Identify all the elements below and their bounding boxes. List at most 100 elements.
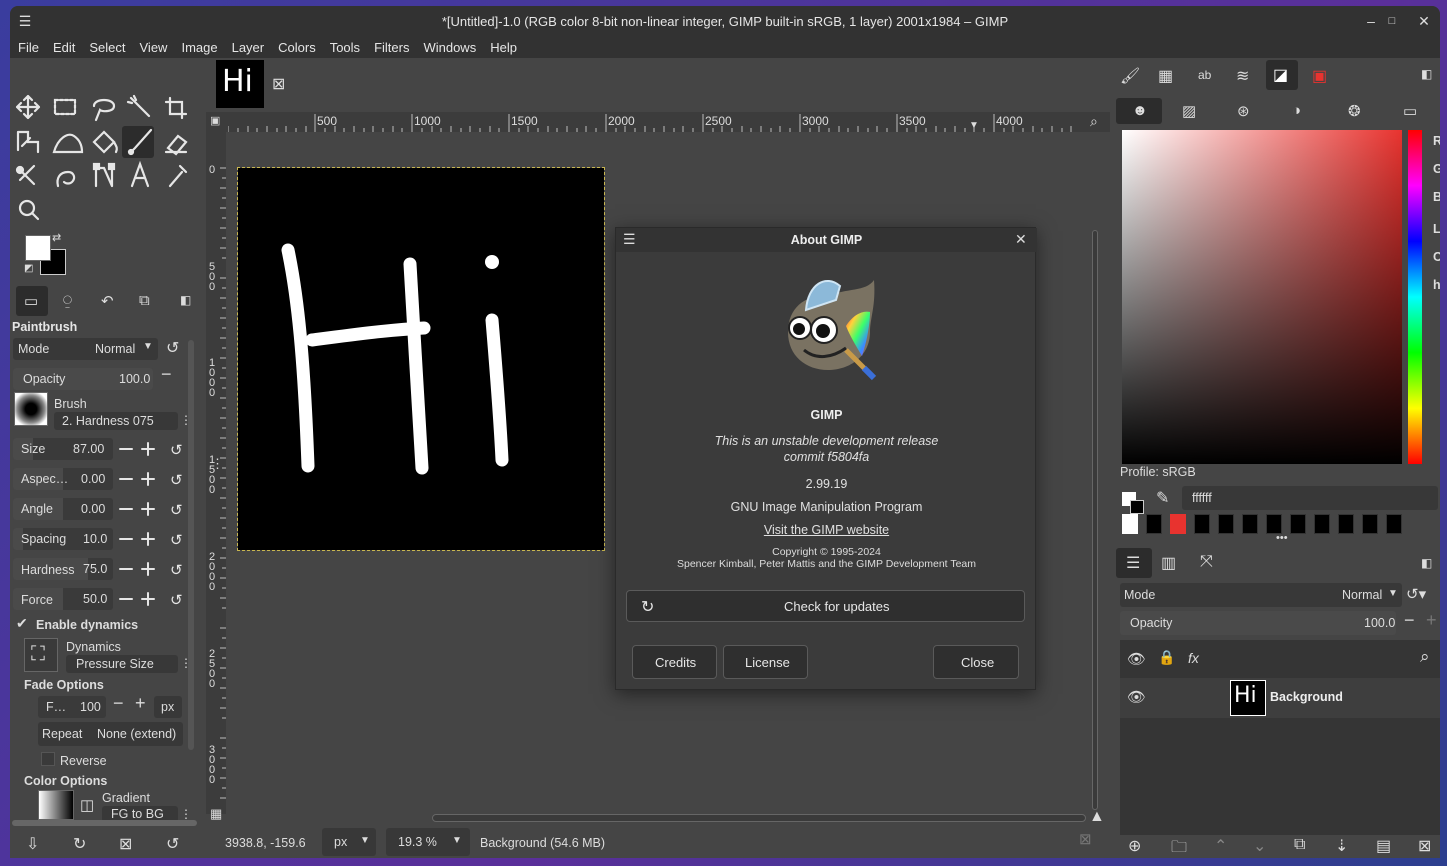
images-tab-icon[interactable]: ⧉ — [139, 292, 150, 309]
restore-tool-preset-icon[interactable]: ↻ — [73, 834, 86, 854]
layer-visibility-icon[interactable]: 👁 — [1127, 688, 1146, 706]
rect-select-icon[interactable] — [53, 98, 77, 116]
layer-search-icon[interactable]: ⌕ — [1420, 647, 1430, 667]
layer-mode-switch-icon[interactable]: ↺▾ — [1406, 585, 1426, 603]
color-history-1[interactable] — [1146, 514, 1162, 534]
close-window-icon[interactable]: ✕ — [1415, 12, 1433, 30]
gradient-preview[interactable] — [38, 790, 74, 820]
channel-r[interactable]: R — [1433, 134, 1440, 148]
angle-slider[interactable]: Angle 0.00 — [13, 498, 113, 520]
layer-opacity-slider[interactable]: Opacity 100.0 — [1120, 611, 1396, 635]
spacing-increase-icon[interactable] — [141, 532, 155, 546]
zoom-select[interactable]: 19.3 % ▼ — [386, 828, 470, 856]
delete-tool-preset-icon[interactable]: ⊠ — [119, 834, 132, 854]
new-layer-group-icon[interactable]: 🗀 — [1171, 836, 1187, 858]
channel-c[interactable]: C — [1433, 250, 1440, 264]
paths-tab-icon[interactable]: ⤧ — [1200, 553, 1213, 571]
menu-file[interactable]: File — [18, 40, 39, 55]
quick-mask-toggle-icon[interactable]: ▣ — [210, 114, 220, 127]
menu-tools[interactable]: Tools — [330, 40, 360, 55]
canvas-vscrollbar[interactable] — [1092, 230, 1098, 810]
canvas-hscrollbar[interactable] — [432, 814, 1086, 822]
license-button[interactable]: License — [723, 645, 808, 679]
reset-aspect-icon[interactable]: ↺ — [170, 471, 183, 489]
color-history-5[interactable] — [1242, 514, 1258, 534]
close-image-tab-icon[interactable]: ⊠ — [272, 74, 285, 94]
color-history-9[interactable] — [1338, 514, 1354, 534]
reset-force-icon[interactable]: ↺ — [170, 591, 183, 609]
navigate-image-icon[interactable]: ▦ — [210, 806, 222, 822]
dock-menu-icon[interactable]: ◧ — [180, 293, 191, 307]
text-tool-icon[interactable] — [130, 160, 150, 188]
mode-select[interactable]: Mode Normal ▼ — [13, 338, 158, 360]
image-canvas[interactable] — [237, 167, 605, 551]
scales-selector-icon[interactable]: ▭ — [1403, 102, 1417, 120]
color-history-8[interactable] — [1314, 514, 1330, 534]
free-select-icon[interactable] — [92, 98, 116, 122]
hex-input[interactable]: ffffff — [1182, 486, 1438, 510]
tab-fg-bg-color[interactable]: ◪ — [1266, 60, 1298, 90]
menu-image[interactable]: Image — [181, 40, 217, 55]
hardness-increase-icon[interactable] — [141, 562, 155, 576]
save-tool-preset-icon[interactable]: ⇩ — [26, 834, 39, 854]
unit-select[interactable]: px ▼ — [322, 828, 376, 856]
fade-length-slider[interactable]: F… 100 — [38, 696, 106, 718]
reset-size-icon[interactable]: ↺ — [170, 441, 183, 459]
eyedropper-icon[interactable]: ✎ — [1156, 488, 1169, 508]
fade-increase-icon[interactable]: + — [135, 693, 146, 714]
raise-layer-icon[interactable]: ⌃ — [1214, 836, 1227, 856]
channels-tab-icon[interactable]: ▥ — [1161, 553, 1176, 573]
brush-name-field[interactable]: 2. Hardness 075 — [54, 412, 178, 430]
merge-layer-icon[interactable]: ⇣ — [1335, 836, 1348, 856]
triangle-selector-icon[interactable]: ⊛ — [1237, 102, 1250, 120]
force-slider[interactable]: Force 50.0 — [13, 588, 113, 610]
opacity-decrease-icon[interactable]: − — [161, 364, 172, 385]
left-dock-handle[interactable]: ⋮ — [211, 456, 224, 472]
zoom-navigation-icon[interactable]: ⌕ — [1090, 113, 1098, 130]
reset-hardness-icon[interactable]: ↺ — [170, 561, 183, 579]
color-sv-plane[interactable] — [1122, 130, 1402, 464]
layers-dock-menu-icon[interactable]: ◧ — [1421, 556, 1432, 570]
menu-select[interactable]: Select — [89, 40, 125, 55]
fuzzy-select-icon[interactable] — [126, 94, 151, 118]
reset-spacing-icon[interactable]: ↺ — [170, 531, 183, 549]
unified-transform-icon[interactable] — [16, 130, 40, 154]
brushes-tab-icon[interactable]: 🖌 — [1120, 66, 1140, 86]
image-tab-thumbnail[interactable]: Hi — [216, 60, 264, 108]
size-increase-icon[interactable] — [141, 442, 155, 456]
move-tool-icon[interactable] — [15, 94, 41, 120]
dynamics-preview[interactable]: ⛶ — [24, 638, 58, 672]
about-website-link[interactable]: Visit the GIMP website — [616, 523, 1037, 537]
layer-row-background[interactable]: 👁 Hi Background — [1120, 678, 1440, 718]
menu-help[interactable]: Help — [490, 40, 517, 55]
color-picker-icon[interactable] — [168, 164, 188, 188]
new-layer-icon[interactable]: ⊕ — [1128, 836, 1141, 856]
size-slider[interactable]: Size 87.00 — [13, 438, 113, 460]
tab-layers[interactable]: ☰ — [1116, 548, 1152, 578]
maximize-icon[interactable]: □ — [1383, 12, 1401, 30]
gradient-reverse-icon[interactable]: ◫ — [80, 796, 94, 814]
channel-l[interactable]: L — [1433, 222, 1440, 236]
menu-filters[interactable]: Filters — [374, 40, 409, 55]
heal-tool-icon[interactable] — [15, 164, 36, 186]
bg-color-mini[interactable] — [1130, 500, 1144, 514]
layer-opacity-decrease-icon[interactable]: − — [1404, 610, 1415, 631]
repeat-select[interactable]: Repeat None (extend) — [38, 722, 183, 746]
menu-edit[interactable]: Edit — [53, 40, 75, 55]
eraser-tool-icon[interactable] — [164, 134, 188, 156]
color-history-4[interactable] — [1218, 514, 1234, 534]
spacing-slider[interactable]: Spacing 10.0 — [13, 528, 113, 550]
gradient-menu-icon[interactable]: ⋮ — [180, 807, 192, 821]
tool-options-hscrollbar[interactable] — [12, 820, 197, 826]
fade-decrease-icon[interactable]: − — [113, 693, 124, 714]
menu-windows[interactable]: Windows — [423, 40, 476, 55]
fade-unit-select[interactable]: px — [154, 696, 182, 718]
aspect-increase-icon[interactable] — [141, 472, 155, 486]
reverse-checkbox[interactable] — [41, 752, 55, 766]
channel-g[interactable]: G — [1433, 162, 1440, 176]
default-colors-icon[interactable]: ◩ — [24, 263, 33, 274]
reset-angle-icon[interactable]: ↺ — [170, 501, 183, 519]
check-updates-button[interactable]: ↻ Check for updates — [626, 590, 1025, 622]
menu-layer[interactable]: Layer — [232, 40, 265, 55]
hue-strip[interactable] — [1408, 130, 1422, 464]
